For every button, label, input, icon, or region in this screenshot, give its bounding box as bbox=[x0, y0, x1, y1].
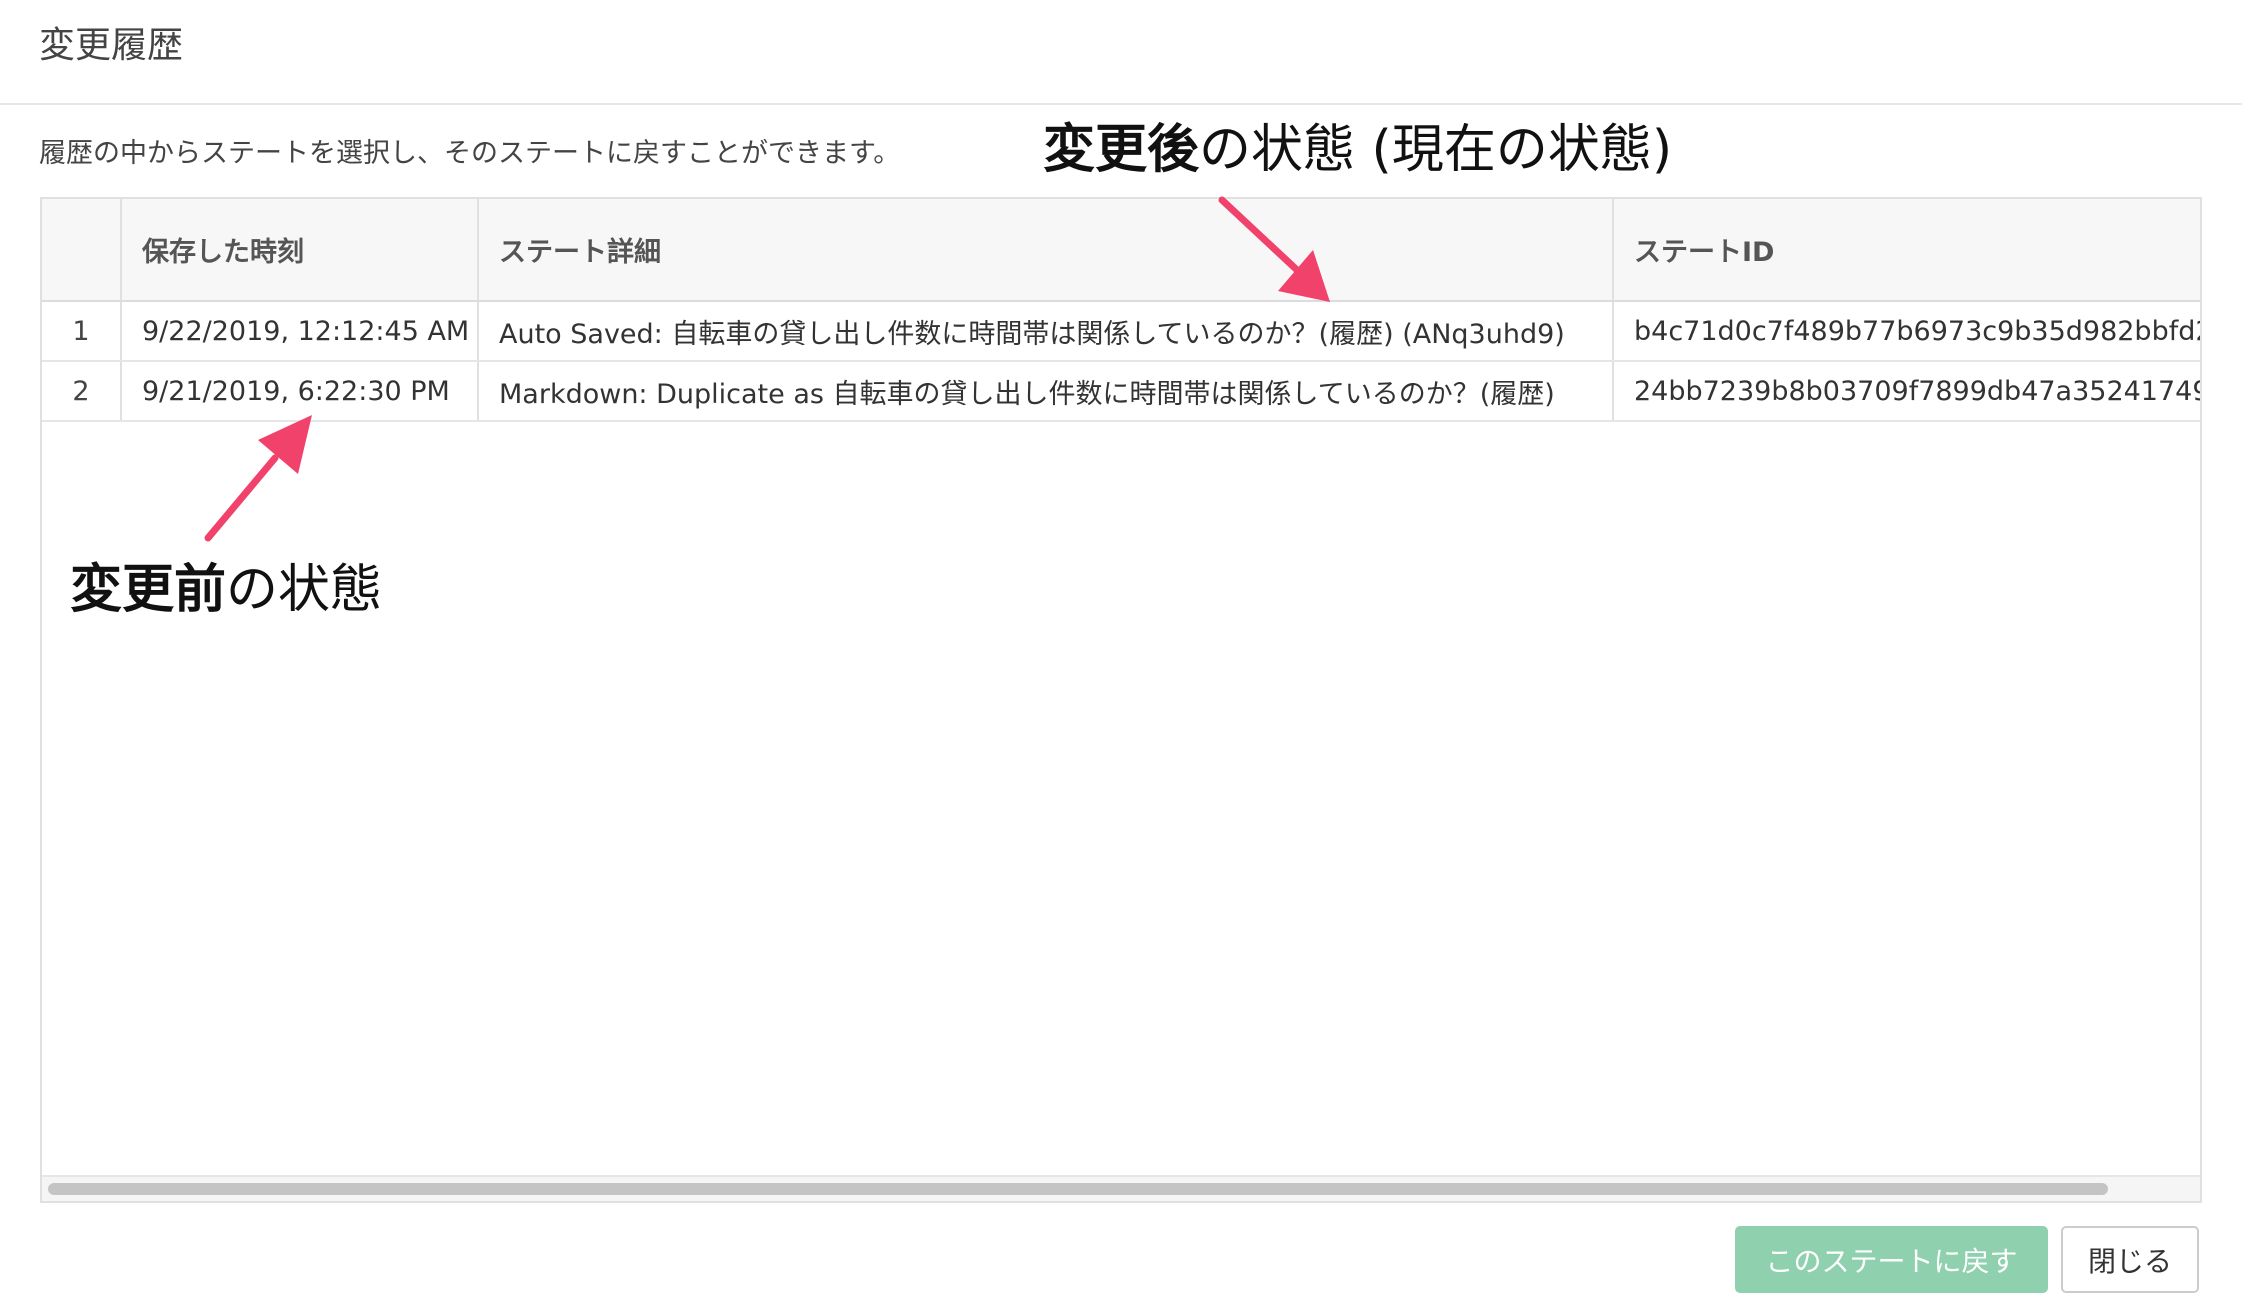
title-divider bbox=[0, 103, 2242, 105]
annotation-after-text: の状態 (現在の状態) bbox=[1199, 120, 1673, 180]
history-dialog: 変更履歴 履歴の中からステートを選択し、そのステートに戻すことができます。 保存… bbox=[0, 0, 2242, 1294]
row-state-detail: Auto Saved: 自転車の貸し出し件数に時間帯は関係しているのか？(履歴)… bbox=[479, 302, 1614, 360]
row-state-detail: Markdown: Duplicate as 自転車の貸し出し件数に時間帯は関係… bbox=[479, 362, 1614, 420]
close-button[interactable]: 閉じる bbox=[2061, 1226, 2199, 1293]
row-saved-time: 9/22/2019, 12:12:45 AM bbox=[122, 302, 479, 360]
scrollbar-thumb[interactable] bbox=[48, 1183, 2108, 1195]
dialog-title: 変更履歴 bbox=[39, 25, 184, 66]
horizontal-scrollbar[interactable] bbox=[42, 1175, 2200, 1201]
row-state-id: 24bb7239b8b03709f7899db47a3524174991 bbox=[1634, 375, 2202, 407]
annotation-before-bold: 変更前 bbox=[70, 560, 227, 620]
row-index: 1 bbox=[42, 302, 122, 360]
annotation-after-bold: 変更後 bbox=[1043, 120, 1200, 180]
header-state-detail[interactable]: ステート詳細 bbox=[479, 199, 1614, 300]
table-row[interactable]: 2 9/21/2019, 6:22:30 PM Markdown: Duplic… bbox=[42, 362, 2202, 422]
annotation-before-text: の状態 bbox=[226, 560, 383, 620]
restore-state-button[interactable]: このステートに戻す bbox=[1735, 1226, 2048, 1293]
row-saved-time: 9/21/2019, 6:22:30 PM bbox=[122, 362, 479, 420]
header-index bbox=[42, 199, 122, 300]
annotation-after-state: 変更後の状態 (現在の状態) bbox=[1043, 118, 1672, 182]
annotation-before-state: 変更前の状態 bbox=[70, 558, 382, 622]
table-header: 保存した時刻 ステート詳細 ステートID bbox=[42, 199, 2200, 302]
row-index: 2 bbox=[42, 362, 122, 420]
row-state-id: b4c71d0c7f489b77b6973c9b35d982bbfd25 bbox=[1634, 315, 2202, 347]
dialog-description: 履歴の中からステートを選択し、そのステートに戻すことができます。 bbox=[39, 138, 901, 169]
table-row[interactable]: 1 9/22/2019, 12:12:45 AM Auto Saved: 自転車… bbox=[42, 302, 2202, 362]
history-table: 保存した時刻 ステート詳細 ステートID 1 9/22/2019, 12:12:… bbox=[40, 197, 2202, 1203]
header-saved-time[interactable]: 保存した時刻 bbox=[122, 199, 479, 300]
header-state-id[interactable]: ステートID bbox=[1614, 199, 2200, 300]
